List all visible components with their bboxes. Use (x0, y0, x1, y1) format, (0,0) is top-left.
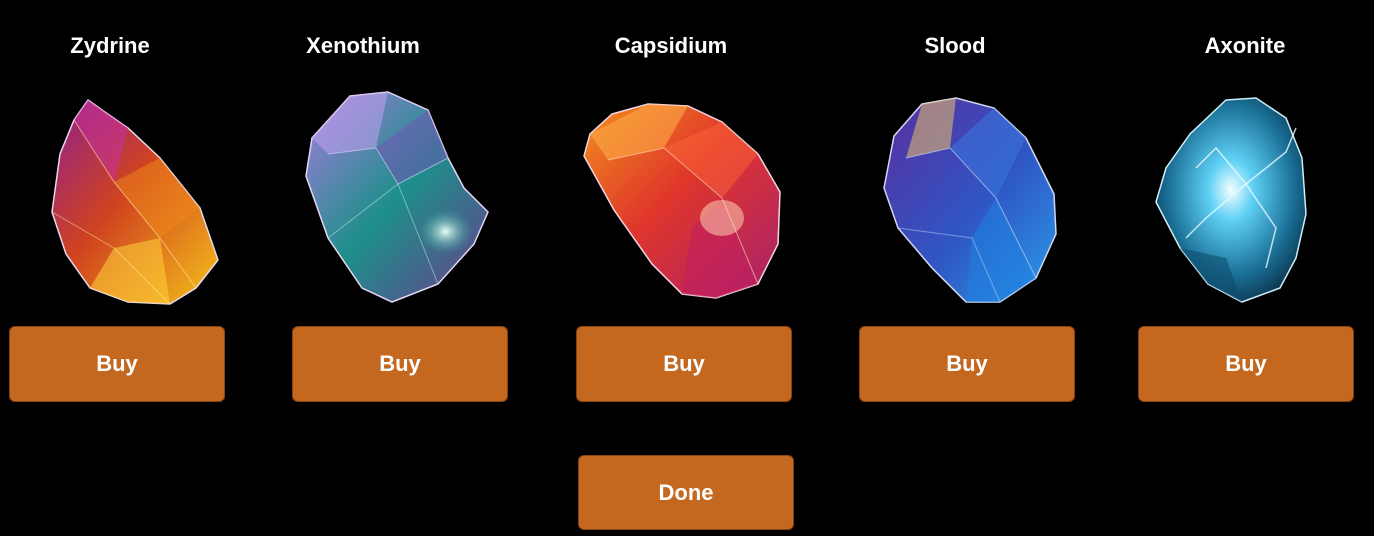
buy-button-xenothium[interactable]: Buy (292, 326, 508, 402)
gem-name-slood: Slood (924, 33, 986, 58)
gem-name-xenothium: Xenothium (306, 33, 420, 58)
buy-button-zydrine[interactable]: Buy (9, 326, 225, 402)
capsidium-gem-icon (572, 88, 792, 314)
buy-button-capsidium[interactable]: Buy (576, 326, 792, 402)
zydrine-gem-icon (10, 88, 230, 314)
gem-name-zydrine: Zydrine (70, 33, 150, 58)
slood-gem-icon (876, 88, 1096, 314)
done-button[interactable]: Done (578, 455, 794, 530)
gem-name-capsidium: Capsidium (614, 33, 728, 58)
buy-button-slood[interactable]: Buy (859, 326, 1075, 402)
gem-name-axonite: Axonite (1204, 33, 1286, 58)
axonite-gem-icon (1146, 88, 1366, 314)
xenothium-gem-icon (288, 88, 508, 314)
buy-button-axonite[interactable]: Buy (1138, 326, 1354, 402)
